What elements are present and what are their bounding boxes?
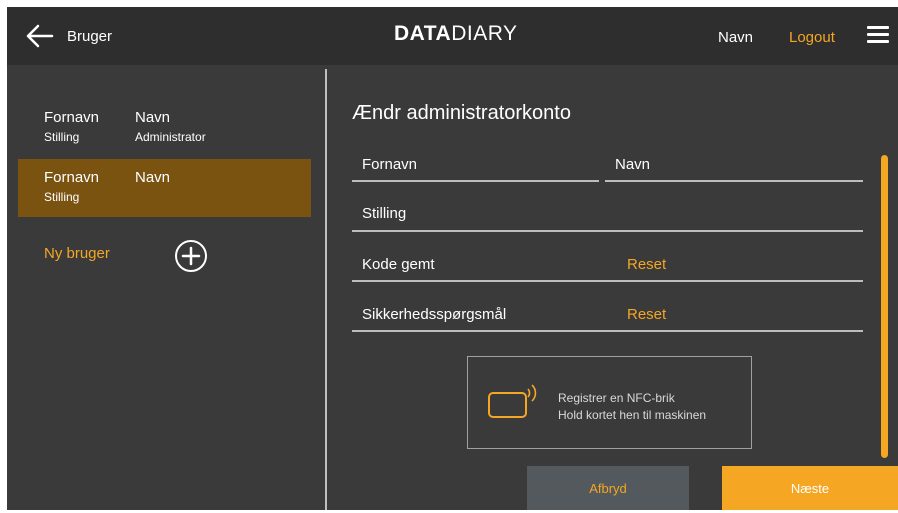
nfc-card-icon [488,384,537,418]
title-field[interactable]: Stilling [352,205,863,232]
password-label: Kode gemt [362,256,435,273]
add-circle-icon[interactable] [174,239,208,273]
first-name-field[interactable]: Fornavn [352,156,599,182]
user-title: Stilling [44,130,80,144]
brand-logo: DATADIARY [394,22,518,46]
back-arrow-icon[interactable] [25,23,55,49]
new-user-link[interactable]: Ny bruger [44,245,110,262]
user-list-item[interactable]: Fornavn Navn Stilling Administrator [18,99,311,157]
last-name-field[interactable]: Navn [605,156,863,182]
nfc-register-box[interactable]: Registrer en NFC-brik Hold kortet hen ti… [467,356,752,449]
nfc-instruction-line1: Registrer en NFC-brik [558,391,675,405]
nfc-instruction-line2: Hold kortet hen til maskinen [558,408,707,422]
user-first-name: Fornavn [44,169,100,186]
title-label: Stilling [362,205,407,222]
user-last-name: Navn [135,169,171,186]
last-name-label: Navn [615,156,651,173]
first-name-label: Fornavn [362,156,418,173]
next-button[interactable]: Næste [722,466,898,510]
back-label[interactable]: Bruger [67,28,112,45]
user-list-item-selected[interactable]: Fornavn Navn Stilling [18,159,311,217]
logout-link[interactable]: Logout [789,29,835,46]
password-reset-link[interactable]: Reset [627,256,666,273]
user-title: Stilling [44,190,80,204]
hamburger-menu-icon[interactable] [867,26,889,44]
brand-logo-light: DIARY [451,22,518,45]
current-user-name: Navn [718,29,754,46]
user-first-name: Fornavn [44,109,100,126]
app-window: Bruger DATADIARY Navn Logout Fornavn Nav… [7,7,898,510]
brand-logo-bold: DATA [394,22,452,45]
user-last-name: Navn [135,109,171,126]
security-question-label: Sikkerhedsspørgsmål [362,306,507,323]
security-question-field: Sikkerhedsspørgsmål [352,306,863,332]
password-field: Kode gemt [352,256,863,282]
security-question-reset-link[interactable]: Reset [627,306,666,323]
page-title: Ændr administratorkonto [352,102,571,124]
user-role: Administrator [135,130,206,144]
cancel-button[interactable]: Afbryd [527,466,689,510]
panel-divider [325,69,327,510]
form-scrollbar[interactable] [881,155,888,458]
user-list-sidebar: Fornavn Navn Stilling Administrator Forn… [7,65,325,510]
top-bar: Bruger DATADIARY Navn Logout [7,7,898,65]
